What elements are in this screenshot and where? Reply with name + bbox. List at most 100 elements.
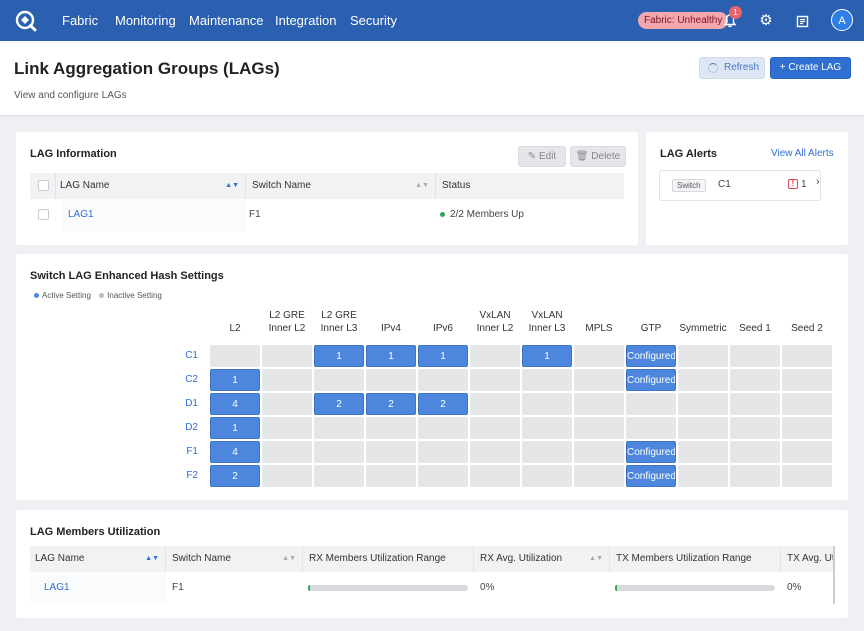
- hash-cell[interactable]: [678, 441, 728, 463]
- hash-cell[interactable]: [678, 465, 728, 487]
- col-lag-name[interactable]: LAG Name ▲▼: [30, 546, 166, 572]
- hash-cell[interactable]: [418, 369, 468, 391]
- col-switch-name[interactable]: Switch Name ▲▼: [166, 546, 303, 572]
- horizontal-scrollbar[interactable]: [833, 546, 835, 604]
- chevron-right-icon[interactable]: ›: [816, 176, 820, 188]
- hash-cell[interactable]: [262, 417, 312, 439]
- hash-cell[interactable]: Configured: [626, 441, 676, 463]
- hash-cell[interactable]: [730, 441, 780, 463]
- hash-cell[interactable]: 1: [366, 345, 416, 367]
- hash-cell[interactable]: [678, 393, 728, 415]
- sort-icon[interactable]: ▲▼: [589, 546, 603, 572]
- hash-cell[interactable]: [470, 369, 520, 391]
- hash-cell[interactable]: [366, 441, 416, 463]
- hash-cell[interactable]: [782, 393, 832, 415]
- delete-button[interactable]: 🗑 Delete: [570, 146, 626, 167]
- lag-name-link[interactable]: LAG1: [62, 199, 246, 231]
- nav-maintenance[interactable]: Maintenance: [189, 0, 263, 41]
- sort-asc-icon[interactable]: ▲▼: [145, 546, 159, 572]
- hash-cell[interactable]: [470, 417, 520, 439]
- hash-cell[interactable]: [782, 465, 832, 487]
- hash-cell[interactable]: 2: [366, 393, 416, 415]
- hash-cell[interactable]: [314, 369, 364, 391]
- hash-cell[interactable]: [730, 393, 780, 415]
- hash-cell[interactable]: [314, 465, 364, 487]
- user-avatar[interactable]: A: [831, 9, 853, 31]
- hash-cell[interactable]: [418, 417, 468, 439]
- fabric-health-badge[interactable]: Fabric: Unhealthy: [638, 12, 729, 29]
- hash-row-label[interactable]: D2: [171, 417, 198, 439]
- hash-cell[interactable]: [522, 465, 572, 487]
- hash-cell[interactable]: [470, 441, 520, 463]
- hash-cell[interactable]: [678, 369, 728, 391]
- hash-cell[interactable]: [314, 417, 364, 439]
- hash-cell[interactable]: [470, 345, 520, 367]
- hash-cell[interactable]: [730, 345, 780, 367]
- alert-item[interactable]: Switch C1 ! 1 ›: [659, 170, 821, 201]
- hash-cell[interactable]: [418, 465, 468, 487]
- hash-row-label[interactable]: D1: [171, 393, 198, 415]
- hash-cell[interactable]: 2: [210, 465, 260, 487]
- hash-cell[interactable]: [574, 417, 624, 439]
- hash-cell[interactable]: [470, 393, 520, 415]
- hash-cell[interactable]: [574, 393, 624, 415]
- hash-cell[interactable]: [730, 417, 780, 439]
- hash-cell[interactable]: [678, 345, 728, 367]
- app-logo-icon[interactable]: [15, 10, 37, 32]
- hash-cell[interactable]: [418, 441, 468, 463]
- gear-icon[interactable]: ⚙: [756, 11, 776, 31]
- hash-cell[interactable]: [366, 465, 416, 487]
- hash-cell[interactable]: [314, 441, 364, 463]
- view-all-alerts-link[interactable]: View All Alerts: [771, 148, 834, 159]
- hash-cell[interactable]: 1: [314, 345, 364, 367]
- hash-cell[interactable]: [626, 417, 676, 439]
- hash-cell[interactable]: [262, 441, 312, 463]
- hash-cell[interactable]: 1: [210, 369, 260, 391]
- sort-asc-icon[interactable]: ▲▼: [225, 173, 239, 199]
- hash-cell[interactable]: [782, 369, 832, 391]
- hash-cell[interactable]: [730, 465, 780, 487]
- hash-cell[interactable]: [574, 441, 624, 463]
- hash-cell[interactable]: [574, 369, 624, 391]
- lag-name-link[interactable]: LAG1: [30, 572, 166, 604]
- hash-cell[interactable]: [782, 441, 832, 463]
- hash-cell[interactable]: [366, 369, 416, 391]
- hash-cell[interactable]: [522, 369, 572, 391]
- edit-button[interactable]: ✎ Edit: [518, 146, 566, 167]
- hash-cell[interactable]: [730, 369, 780, 391]
- hash-row-label[interactable]: F1: [171, 441, 198, 463]
- hash-cell[interactable]: Configured: [626, 465, 676, 487]
- document-icon[interactable]: [792, 11, 812, 31]
- hash-cell[interactable]: 1: [210, 417, 260, 439]
- row-checkbox[interactable]: [38, 209, 49, 220]
- nav-integration[interactable]: Integration: [275, 0, 336, 41]
- hash-row-label[interactable]: F2: [171, 465, 198, 487]
- hash-cell[interactable]: [782, 417, 832, 439]
- hash-cell[interactable]: [574, 345, 624, 367]
- hash-cell[interactable]: [470, 465, 520, 487]
- col-rx-avg[interactable]: RX Avg. Utilization ▲▼: [474, 546, 610, 572]
- hash-cell[interactable]: [574, 465, 624, 487]
- nav-monitoring[interactable]: Monitoring: [115, 0, 176, 41]
- col-switch-name[interactable]: Switch Name ▲▼: [246, 173, 436, 199]
- hash-cell[interactable]: 2: [418, 393, 468, 415]
- hash-cell[interactable]: [262, 465, 312, 487]
- refresh-button[interactable]: Refresh: [699, 57, 765, 79]
- hash-cell[interactable]: [522, 441, 572, 463]
- hash-row-label[interactable]: C2: [171, 369, 198, 391]
- nav-fabric[interactable]: Fabric: [62, 0, 98, 41]
- select-all-checkbox[interactable]: [38, 180, 49, 191]
- sort-icon[interactable]: ▲▼: [282, 546, 296, 572]
- hash-row-label[interactable]: C1: [171, 345, 198, 367]
- hash-cell[interactable]: [782, 345, 832, 367]
- hash-cell[interactable]: 2: [314, 393, 364, 415]
- hash-cell[interactable]: [678, 417, 728, 439]
- sort-icon[interactable]: ▲▼: [415, 173, 429, 199]
- hash-cell[interactable]: [522, 393, 572, 415]
- hash-cell[interactable]: [262, 369, 312, 391]
- hash-cell[interactable]: [626, 393, 676, 415]
- hash-cell[interactable]: [210, 345, 260, 367]
- nav-security[interactable]: Security: [350, 0, 397, 41]
- hash-cell[interactable]: Configured: [626, 369, 676, 391]
- hash-cell[interactable]: Configured: [626, 345, 676, 367]
